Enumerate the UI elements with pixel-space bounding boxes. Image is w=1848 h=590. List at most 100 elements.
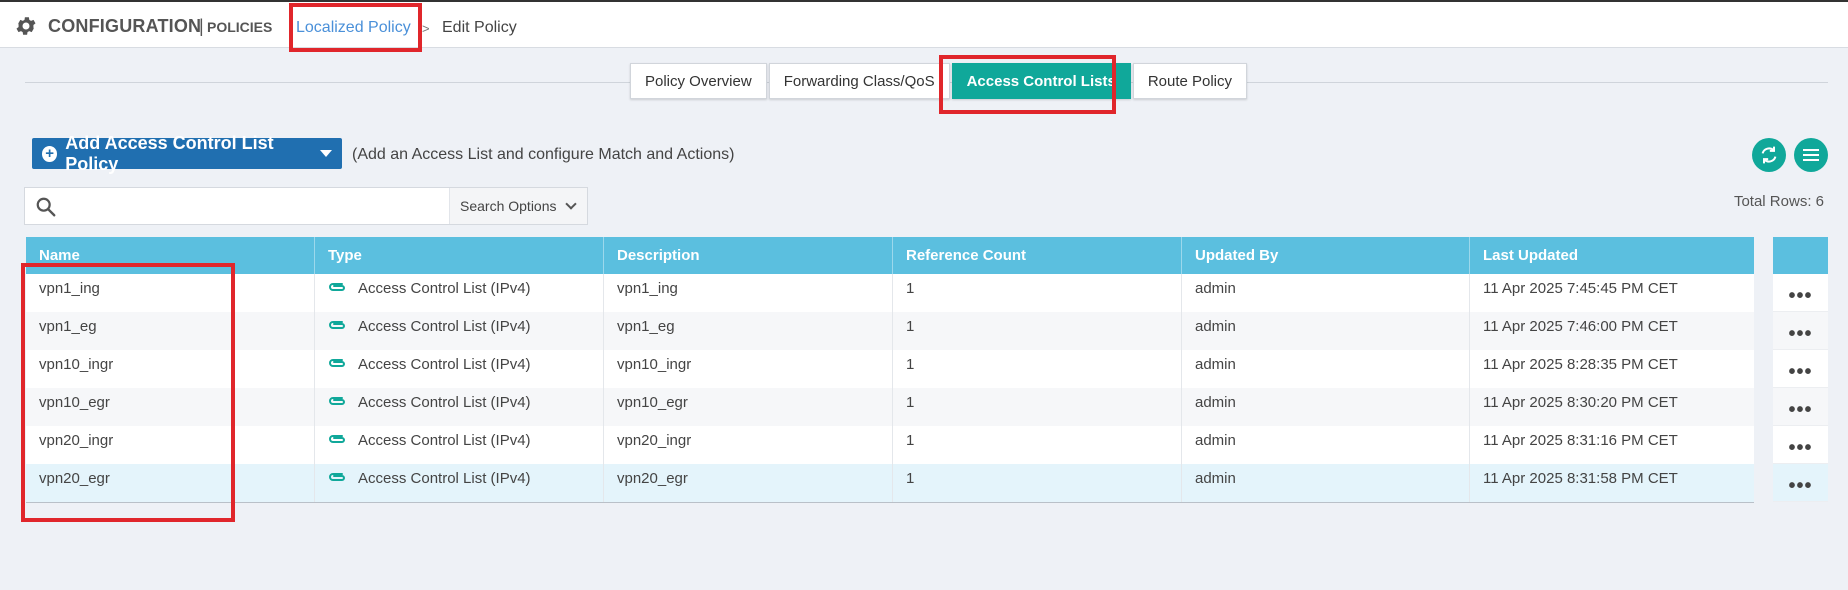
search-options-dropdown[interactable]: Search Options (449, 188, 587, 224)
cell-reference-count-text: 1 (906, 280, 915, 297)
column-header-description[interactable]: Description (604, 237, 893, 274)
cell-name: vpn10_ingr (26, 350, 315, 388)
paperclip-icon (329, 359, 345, 367)
cell-reference-count-text: 1 (906, 356, 915, 373)
cell-description: vpn1_ing (604, 274, 893, 312)
search-icon (36, 197, 56, 217)
cell-reference-count-text: 1 (906, 318, 915, 335)
gear-icon (16, 17, 36, 35)
cell-updated-by: admin (1182, 274, 1470, 312)
cell-updated-by-text: admin (1195, 394, 1236, 411)
tab-route-policy[interactable]: Route Policy (1132, 63, 1248, 99)
more-options-icon: ••• (1788, 474, 1813, 497)
cell-last-updated: 11 Apr 2025 7:46:00 PM CET (1470, 312, 1754, 350)
cell-updated-by-text: admin (1195, 280, 1236, 297)
cell-type: Access Control List (IPv4) (315, 388, 604, 426)
cell-type-text: Access Control List (IPv4) (358, 318, 531, 335)
tab-policy-overview[interactable]: Policy Overview (630, 63, 767, 99)
cell-updated-by-text: admin (1195, 432, 1236, 449)
row-more-actions-button[interactable]: ••• (1773, 350, 1828, 388)
column-header-name[interactable]: Name (26, 237, 315, 274)
table-row[interactable]: vpn20_ingr Access Control List (IPv4) vpn2… (26, 426, 1754, 464)
column-header-type[interactable]: Type (315, 237, 604, 274)
cell-name-text: vpn10_ingr (39, 356, 114, 373)
cell-description: vpn20_egr (604, 464, 893, 502)
refresh-button[interactable] (1752, 138, 1786, 172)
cell-type-text: Access Control List (IPv4) (358, 470, 531, 487)
paperclip-icon (329, 397, 345, 405)
cell-description: vpn1_eg (604, 312, 893, 350)
table-row[interactable]: vpn10_ingr Access Control List (IPv4) vpn1… (26, 350, 1754, 388)
table-header: Name Type Description Reference Count Up… (26, 237, 1754, 274)
tab-forwarding-class-qos[interactable]: Forwarding Class/QoS (768, 63, 950, 99)
cell-name-text: vpn10_egr (39, 394, 110, 411)
cell-reference-count-text: 1 (906, 470, 915, 487)
cell-reference-count: 1 (893, 312, 1182, 350)
cell-last-updated: 11 Apr 2025 8:28:35 PM CET (1470, 350, 1754, 388)
more-options-icon: ••• (1788, 360, 1813, 383)
cell-name-text: vpn1_eg (39, 318, 97, 335)
search-options-label: Search Options (460, 198, 557, 214)
row-more-actions-button[interactable]: ••• (1773, 464, 1828, 502)
table-row[interactable]: vpn1_ing Access Control List (IPv4) vpn1_i… (26, 274, 1754, 312)
table-body: vpn1_ing Access Control List (IPv4) vpn1_i… (26, 274, 1754, 502)
cell-description-text: vpn20_ingr (617, 432, 692, 449)
more-options-icon: ••• (1788, 436, 1813, 459)
more-options-icon: ••• (1788, 284, 1813, 307)
cell-reference-count-text: 1 (906, 432, 915, 449)
acl-policy-table: Name Type Description Reference Count Up… (26, 237, 1754, 503)
row-more-actions-button[interactable]: ••• (1773, 426, 1828, 464)
cell-last-updated-text: 11 Apr 2025 7:46:00 PM CET (1483, 318, 1678, 335)
cell-description: vpn10_ingr (604, 350, 893, 388)
cell-type: Access Control List (IPv4) (315, 350, 604, 388)
policy-tabs: Policy Overview Forwarding Class/QoS Acc… (630, 63, 1248, 99)
cell-reference-count: 1 (893, 388, 1182, 426)
more-options-icon: ••• (1788, 398, 1813, 421)
row-more-actions-button[interactable]: ••• (1773, 388, 1828, 426)
menu-icon (1803, 149, 1819, 161)
cell-type: Access Control List (IPv4) (315, 274, 604, 312)
paperclip-icon (329, 283, 345, 291)
cell-name: vpn1_ing (26, 274, 315, 312)
plus-circle-icon: + (42, 145, 58, 162)
table-row[interactable]: vpn10_egr Access Control List (IPv4) vpn10… (26, 388, 1754, 426)
cell-description: vpn10_egr (604, 388, 893, 426)
row-more-actions-button[interactable]: ••• (1773, 274, 1828, 312)
cell-last-updated: 11 Apr 2025 8:31:58 PM CET (1470, 464, 1754, 502)
cell-updated-by: admin (1182, 388, 1470, 426)
cell-last-updated-text: 11 Apr 2025 8:31:16 PM CET (1483, 432, 1678, 449)
row-more-actions-button[interactable]: ••• (1773, 312, 1828, 350)
breadcrumb-localized-policy-link[interactable]: Localized Policy (296, 19, 411, 37)
add-hint-text: (Add an Access List and configure Match … (352, 146, 735, 163)
cell-type: Access Control List (IPv4) (315, 312, 604, 350)
cell-description: vpn20_ingr (604, 426, 893, 464)
tab-access-control-lists[interactable]: Access Control Lists (951, 63, 1131, 99)
cell-reference-count: 1 (893, 464, 1182, 502)
cell-name: vpn20_ingr (26, 426, 315, 464)
column-header-updated-by[interactable]: Updated By (1182, 237, 1470, 274)
cell-type-text: Access Control List (IPv4) (358, 356, 531, 373)
cell-type-text: Access Control List (IPv4) (358, 280, 531, 297)
table-row[interactable]: vpn1_eg Access Control List (IPv4) vpn1_eg… (26, 312, 1754, 350)
table-row[interactable]: vpn20_egr Access Control List (IPv4) vpn20… (26, 464, 1754, 502)
refresh-icon (1761, 146, 1777, 164)
more-options-icon: ••• (1788, 322, 1813, 345)
cell-type-text: Access Control List (IPv4) (358, 394, 531, 411)
actions-column-header (1773, 237, 1828, 274)
row-actions-list: ••• ••• ••• ••• ••• ••• (1773, 274, 1828, 502)
search-bar: Search Options (24, 187, 588, 225)
cell-last-updated-text: 11 Apr 2025 8:31:58 PM CET (1483, 470, 1678, 487)
total-rows-count: Total Rows: 6 (1733, 193, 1824, 210)
cell-updated-by-text: admin (1195, 356, 1236, 373)
column-header-last-updated[interactable]: Last Updated (1470, 237, 1754, 274)
cell-name: vpn10_egr (26, 388, 315, 426)
cell-name-text: vpn20_ingr (39, 432, 114, 449)
add-access-control-list-policy-button[interactable]: + Add Access Control List Policy (32, 133, 342, 174)
cell-last-updated: 11 Apr 2025 8:30:20 PM CET (1470, 388, 1754, 426)
search-input[interactable] (67, 192, 467, 220)
page-subtitle: POLICIES (207, 19, 273, 35)
menu-button[interactable] (1794, 138, 1828, 172)
cell-name: vpn20_egr (26, 464, 315, 502)
cell-last-updated-text: 11 Apr 2025 8:30:20 PM CET (1483, 394, 1678, 411)
column-header-reference-count[interactable]: Reference Count (893, 237, 1182, 274)
